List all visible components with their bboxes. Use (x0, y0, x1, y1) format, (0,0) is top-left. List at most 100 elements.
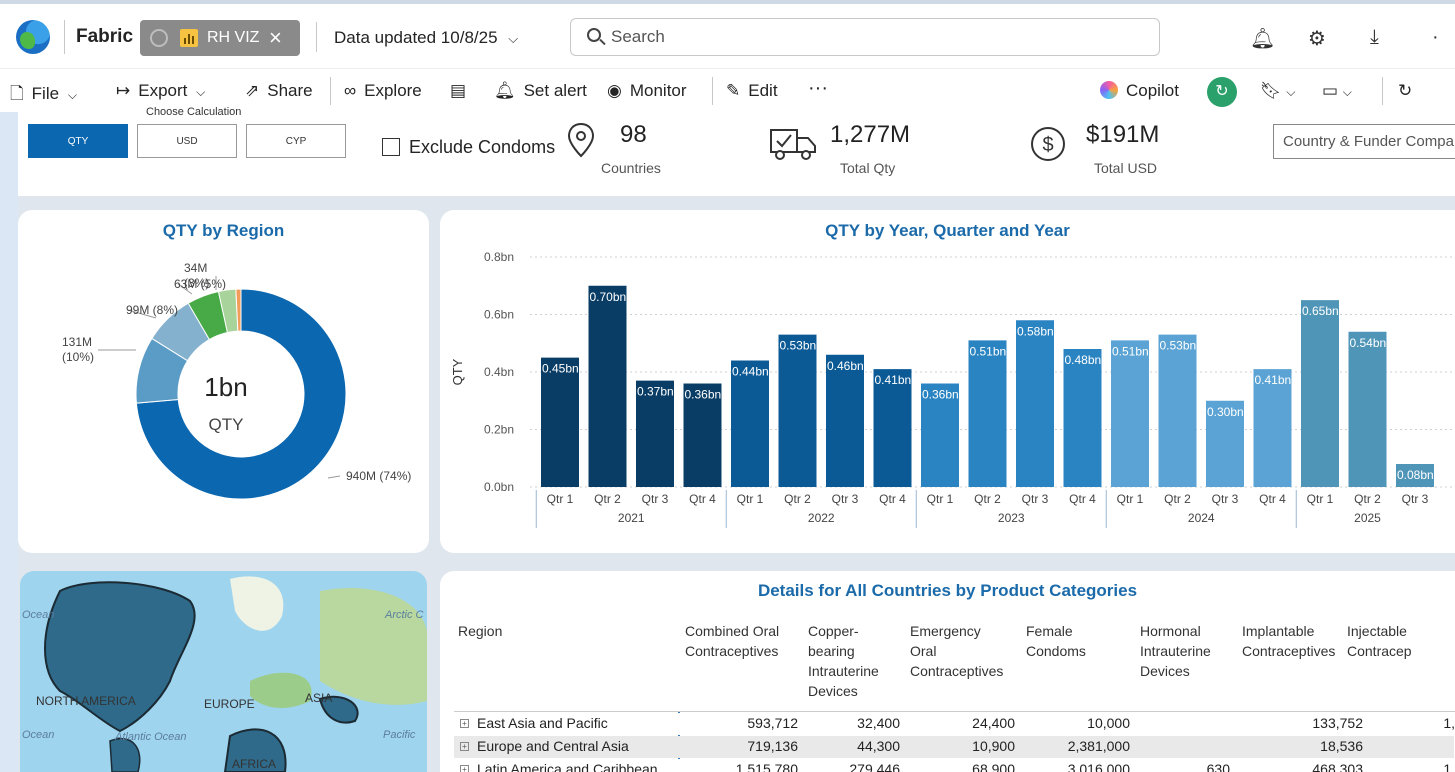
x-tick-label: Qtr 4 (879, 492, 906, 506)
divider (712, 77, 713, 105)
more-icon[interactable]: · (1432, 26, 1439, 49)
kpi-countries-label: Countries (601, 160, 661, 176)
copilot-button[interactable]: Copilot (1100, 81, 1179, 101)
file-menu[interactable]: 🗋 File ⌵ (10, 81, 77, 110)
row-header[interactable]: + East Asia and Pacific (460, 715, 608, 731)
table-cell: 279,446 (849, 761, 900, 772)
column-header-line: Intrauterine (1140, 643, 1211, 659)
gear-icon[interactable]: ⚙ (1308, 26, 1326, 51)
region-map[interactable]: Ocean Arctic C NORTH AMERICA EUROPE ASIA… (20, 571, 427, 772)
table-cell: 32,400 (857, 715, 900, 731)
table-cell: 18,536 (1320, 738, 1363, 754)
qty-by-year-card: QTY by Year, Quarter and Year 0.0bn 0.2bn… (440, 210, 1455, 553)
bar-data-label: 0.51bn (1112, 344, 1149, 358)
column-header-line: Injectable (1347, 623, 1407, 639)
chevron-down-icon: ⌵ (508, 31, 519, 46)
bell-icon[interactable]: 🔔︎ (1250, 26, 1275, 51)
x-tick-label: Qtr 1 (927, 492, 954, 506)
expand-icon[interactable]: + (460, 719, 469, 728)
europe-shape (250, 672, 312, 708)
column-header[interactable]: Copper-bearing Intrauterine Devices (808, 621, 879, 701)
x-tick-label: Qtr 4 (1259, 492, 1286, 506)
expand-icon[interactable]: + (460, 742, 469, 751)
bar-data-label: 0.44bn (732, 365, 769, 379)
set-alert-button[interactable]: 🔔︎ Set alert (494, 81, 587, 101)
map-label: Arctic C (385, 609, 424, 621)
edit-button[interactable]: ✎ Edit (726, 81, 778, 101)
column-header[interactable]: Emergency Oral Contraceptives (910, 621, 1003, 681)
kpi-usd-label: Total USD (1094, 160, 1158, 176)
app-logo-icon[interactable] (16, 20, 50, 54)
row-header[interactable]: + Latin America and Caribbean (460, 761, 658, 772)
report-tab[interactable]: RH VIZ × (140, 20, 300, 56)
monitor-button[interactable]: ◉ Monitor (607, 81, 687, 101)
table-cell: 44,300 (857, 738, 900, 754)
column-header-line: Contraceptives (910, 663, 1004, 679)
bar (731, 360, 769, 487)
bar (826, 354, 864, 487)
bookmark-menu[interactable]: 🔖︎ ⌵ (1260, 81, 1295, 101)
column-header[interactable]: Region (458, 621, 502, 641)
column-header-line: Combined Oral (685, 623, 780, 639)
kpi-countries-value: 98 (620, 121, 647, 148)
table-cell: 1, (1443, 761, 1455, 772)
brand-name[interactable]: Fabric (76, 26, 133, 48)
table-cell: 593,712 (747, 715, 798, 731)
exclude-condoms-checkbox[interactable] (382, 138, 400, 156)
explore-data-button[interactable]: ▤ (450, 81, 474, 101)
column-header-line: Condoms (1026, 643, 1086, 659)
column-header-line: Implantable (1242, 623, 1315, 639)
bar-data-label: 0.53bn (1160, 339, 1197, 353)
x-tick-label: Qtr 3 (642, 492, 669, 506)
row-header[interactable]: + Europe and Central Asia (460, 738, 629, 754)
chevron-down-icon: ⌵ (67, 88, 77, 102)
year-label: 2021 (618, 511, 645, 525)
report-canvas: Choose Calculation QTY USD CYP Exclude C… (0, 106, 1455, 772)
share-button[interactable]: ⇗ Share (245, 81, 313, 101)
bar (1348, 331, 1387, 487)
close-icon[interactable]: × (269, 25, 282, 51)
x-tick-label: Qtr 1 (1307, 492, 1334, 506)
column-header[interactable]: Implantable Contraceptives (1242, 621, 1335, 661)
search-input[interactable] (611, 26, 1131, 48)
column-header[interactable]: Hormonal Intrauterine Devices (1140, 621, 1211, 681)
more-options-button[interactable]: ··· (808, 77, 828, 100)
bar (1158, 334, 1197, 487)
x-tick-label: Qtr 4 (1069, 492, 1096, 506)
column-header[interactable]: Female Condoms (1026, 621, 1086, 661)
copilot-label: Copilot (1126, 81, 1179, 100)
calc-button-cyp[interactable]: CYP (246, 124, 346, 158)
region-name: East Asia and Pacific (477, 715, 608, 731)
data-updated-dropdown[interactable]: Data updated 10/8/25 ⌵ (334, 28, 518, 48)
calc-button-qty[interactable]: QTY (28, 124, 128, 158)
column-header-line: Female (1026, 623, 1073, 639)
view-menu[interactable]: ▭ ⌵ (1322, 81, 1352, 101)
report-tab-label: RH VIZ (207, 29, 260, 46)
calc-button-usd[interactable]: USD (137, 124, 237, 158)
download-icon[interactable]: ⤓ (1370, 26, 1379, 49)
donut-slice-label: 99M (8%) (126, 303, 178, 317)
asia-shape (320, 587, 427, 705)
donut-slice-label: 940M (74%) (346, 469, 411, 483)
x-tick-label: Qtr 4 (689, 492, 716, 506)
header-divider (454, 711, 1455, 712)
bar-data-label: 0.30bn (1207, 405, 1244, 419)
expand-icon[interactable]: + (460, 765, 469, 772)
bar-data-label: 0.41bn (875, 373, 912, 387)
column-header[interactable]: Injectable Contracep (1347, 621, 1412, 661)
map-label: NORTH AMERICA (36, 694, 136, 708)
bar (1063, 349, 1102, 487)
table-cell: 1,515,780 (735, 761, 798, 772)
country-funder-slicer[interactable]: Country & Funder Compa (1273, 124, 1455, 159)
refresh-icon[interactable]: ↻ (1207, 77, 1237, 107)
search-box[interactable] (570, 18, 1160, 56)
column-header[interactable]: Combined Oral Contraceptives (685, 621, 779, 661)
export-menu[interactable]: ↦ Export ⌵ (116, 81, 205, 101)
donut-slice-label: 34M (184, 261, 207, 275)
explore-button[interactable]: ∞ Explore (344, 81, 422, 101)
donut-leader-line (327, 475, 341, 479)
table-cell: 68,900 (972, 761, 1015, 772)
edit-label: Edit (748, 81, 778, 100)
reload-icon[interactable]: ↻ (1398, 81, 1412, 101)
x-tick-label: Qtr 2 (974, 492, 1001, 506)
